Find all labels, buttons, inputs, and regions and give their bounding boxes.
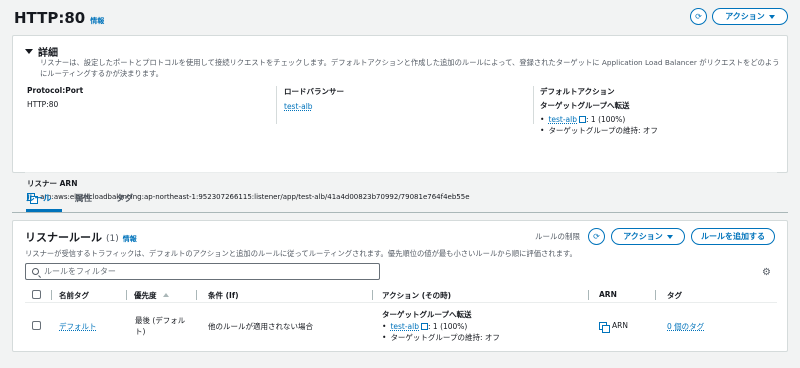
rule-arn: ARN xyxy=(599,321,628,333)
rule-limit-link[interactable]: ルールの制限 xyxy=(535,231,580,242)
column-header-condition[interactable]: 条件 (If) xyxy=(208,290,239,301)
protocol-port-section: Protocol:Port HTTP:80 xyxy=(27,86,83,109)
filter-placeholder: ルールをフィルター xyxy=(44,267,116,276)
column-separator xyxy=(126,290,127,300)
tab-attributes[interactable]: 属性 xyxy=(75,192,92,204)
column-header-tags[interactable]: タグ xyxy=(667,290,682,301)
rule-action-title: ターゲットグループへ転送 xyxy=(382,310,472,319)
table-row: デフォルト 最後 (デフォルト) 他のルールが適用されない場合 ターゲットグルー… xyxy=(25,303,777,345)
page-title: HTTP:80 xyxy=(14,9,86,27)
details-panel: 詳細 リスナーは、設定したポートとプロトコルを使用して接続リクエストをチェックし… xyxy=(12,35,788,204)
column-separator xyxy=(372,290,373,300)
rule-name-link[interactable]: デフォルト xyxy=(59,321,97,332)
active-tab-indicator xyxy=(26,209,62,212)
header-actions: ⟳ アクション xyxy=(690,8,788,25)
rules-actions-button[interactable]: アクション xyxy=(611,228,685,245)
tab-tags[interactable]: タグ xyxy=(116,192,133,204)
load-balancer-link[interactable]: test-alb xyxy=(284,102,313,111)
default-action-label: デフォルトアクション xyxy=(540,87,615,96)
column-header-priority[interactable]: 優先度 xyxy=(134,290,169,301)
actions-button-label: アクション xyxy=(725,12,765,21)
add-rule-button[interactable]: ルールを追加する xyxy=(691,228,775,245)
external-link-icon xyxy=(421,323,428,330)
column-separator xyxy=(588,290,589,300)
info-link[interactable]: 情報 xyxy=(123,234,137,244)
forward-label: ターゲットグループへ転送 xyxy=(540,101,630,110)
divider xyxy=(25,172,777,173)
table-header: 名前タグ 優先度 条件 (If) アクション (その時) ARN タグ xyxy=(25,287,777,303)
tab-bar: ルール 属性 タグ xyxy=(12,185,788,213)
copy-icon[interactable] xyxy=(599,321,610,333)
add-rule-label: ルールを追加する xyxy=(701,232,765,241)
list-item: test-alb : 1 (100%) xyxy=(382,321,500,332)
rules-actions-label: アクション xyxy=(623,232,663,241)
refresh-button[interactable]: ⟳ xyxy=(690,8,707,25)
default-action-section: デフォルトアクション ターゲットグループへ転送 test-alb : 1 (100… xyxy=(540,86,658,136)
tab-rules[interactable]: ルール xyxy=(26,192,52,204)
rules-description: リスナーが受信するトラフィックは、デフォルトのアクションと追加のルールに従ってル… xyxy=(25,249,577,258)
rule-filter-input[interactable]: ルールをフィルター xyxy=(25,263,380,280)
sort-ascending-icon xyxy=(162,293,169,297)
details-description: リスナーは、設定したポートとプロトコルを使用して接続リクエストをチェックします。… xyxy=(40,58,780,78)
column-header-priority-label: 優先度 xyxy=(134,291,157,300)
refresh-button[interactable]: ⟳ xyxy=(588,228,605,245)
refresh-icon: ⟳ xyxy=(695,12,702,21)
row-checkbox[interactable] xyxy=(32,321,41,330)
column-header-action[interactable]: アクション (その時) xyxy=(382,290,451,301)
caret-down-icon xyxy=(768,14,775,19)
rules-header: リスナールール (1) 情報 xyxy=(25,229,137,245)
column-header-name[interactable]: 名前タグ xyxy=(59,290,89,301)
load-balancer-label: ロードバランサー xyxy=(284,87,344,96)
rule-action-list: test-alb : 1 (100%) ターゲットグループの維持: オフ xyxy=(382,321,500,343)
protocol-port-value: HTTP:80 xyxy=(27,100,59,109)
target-weight: : 1 (100%) xyxy=(428,322,468,331)
rules-title: リスナールール xyxy=(25,231,102,244)
search-icon xyxy=(32,268,39,275)
external-link-icon xyxy=(579,116,586,123)
rules-table: 名前タグ 優先度 条件 (If) アクション (その時) ARN タグ デフォル… xyxy=(25,287,777,345)
page-header: HTTP:80 情報 xyxy=(14,9,104,27)
target-weight: : 1 (100%) xyxy=(586,115,626,124)
actions-button[interactable]: アクション xyxy=(712,8,788,25)
list-item: ターゲットグループの維持: オフ xyxy=(540,125,657,136)
info-link[interactable]: 情報 xyxy=(90,16,104,26)
refresh-icon: ⟳ xyxy=(593,232,600,241)
list-item: ターゲットグループの維持: オフ xyxy=(382,332,499,343)
rule-tags-link[interactable]: 0 個のタグ xyxy=(667,321,704,332)
target-group-link[interactable]: test-alb xyxy=(548,115,577,124)
default-action-list: test-alb : 1 (100%) ターゲットグループの維持: オフ xyxy=(540,114,658,136)
rules-actions: ルールの制限 ⟳ アクション ルールを追加する xyxy=(535,228,775,245)
listener-rules-panel: リスナールール (1) 情報 リスナーが受信するトラフィックは、デフォルトのアク… xyxy=(12,220,788,352)
caret-down-icon xyxy=(666,234,673,239)
rule-arn-label: ARN xyxy=(612,321,628,330)
target-group-link[interactable]: test-alb xyxy=(390,322,419,331)
caret-down-icon xyxy=(25,49,33,54)
rule-condition: 他のルールが適用されない場合 xyxy=(208,322,313,331)
rule-priority: 最後 (デフォルト) xyxy=(135,316,186,336)
column-separator xyxy=(655,290,656,300)
gear-icon[interactable]: ⚙ xyxy=(762,267,771,278)
protocol-port-label: Protocol:Port xyxy=(27,86,84,95)
column-divider xyxy=(276,86,277,124)
select-all-checkbox[interactable] xyxy=(32,290,41,299)
rules-count: (1) xyxy=(106,234,119,244)
load-balancer-section: ロードバランサー test-alb xyxy=(284,86,344,111)
column-separator xyxy=(51,290,52,300)
list-item: test-alb : 1 (100%) xyxy=(540,114,658,125)
rule-action: ターゲットグループへ転送 test-alb : 1 (100%) ターゲットグルー… xyxy=(382,309,500,343)
column-header-arn[interactable]: ARN xyxy=(599,290,617,299)
column-divider xyxy=(533,86,534,124)
column-separator xyxy=(196,290,197,300)
